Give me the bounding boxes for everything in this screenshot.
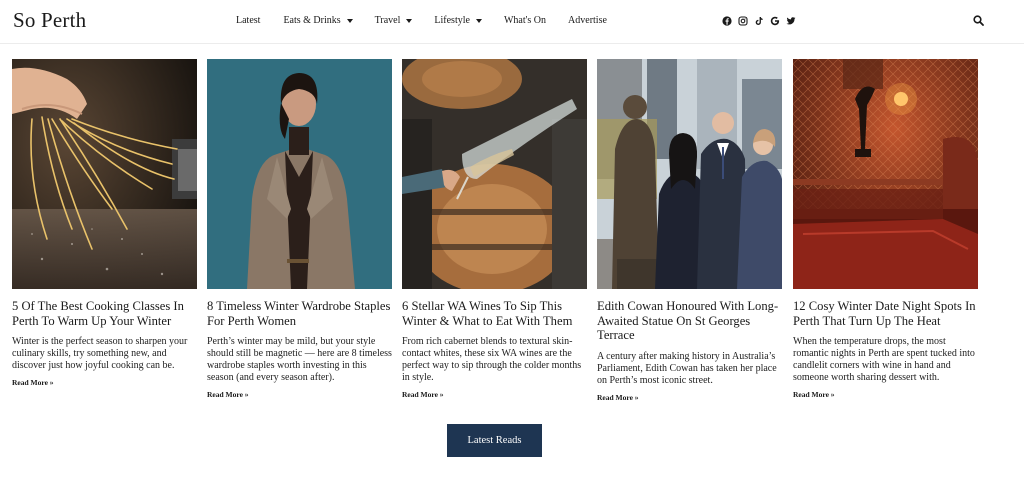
instagram-icon[interactable] xyxy=(738,16,748,26)
article-image-pasta[interactable] xyxy=(12,59,197,289)
article-image-wines[interactable] xyxy=(402,59,587,289)
nav-label: Lifestyle xyxy=(434,15,470,26)
article-excerpt: Winter is the perfect season to sharpen … xyxy=(12,336,188,371)
social-links xyxy=(722,16,796,26)
article-title[interactable]: 5 Of The Best Cooking Classes In Perth T… xyxy=(12,299,197,328)
site-logo[interactable]: So Perth xyxy=(13,8,86,33)
twitter-icon[interactable] xyxy=(786,16,796,26)
chevron-down-icon xyxy=(406,18,413,23)
read-more-link[interactable]: Read More » xyxy=(402,390,587,399)
article-excerpt: A century after making history in Austra… xyxy=(597,350,777,386)
article-excerpt: When the temperature drops, the most rom… xyxy=(793,336,975,383)
article-card: 8 Timeless Winter Wardrobe Staples For P… xyxy=(207,59,392,399)
nav-item-travel[interactable]: Travel xyxy=(375,15,413,26)
nav-label: Eats & Drinks xyxy=(283,15,341,26)
nav-label: Advertise xyxy=(568,15,607,26)
article-image-date-night[interactable] xyxy=(793,59,978,289)
site-header: So Perth Latest Eats & Drinks Travel Lif… xyxy=(0,0,1024,44)
article-card: 12 Cosy Winter Date Night Spots In Perth… xyxy=(793,59,978,399)
latest-reads-button[interactable]: Latest Reads xyxy=(447,424,542,457)
chevron-down-icon xyxy=(475,18,482,23)
facebook-icon[interactable] xyxy=(722,16,732,26)
article-card: 5 Of The Best Cooking Classes In Perth T… xyxy=(12,59,197,387)
article-title[interactable]: 6 Stellar WA Wines To Sip This Winter & … xyxy=(402,299,587,328)
article-card: 6 Stellar WA Wines To Sip This Winter & … xyxy=(402,59,587,399)
nav-item-latest[interactable]: Latest xyxy=(236,15,260,26)
nav-item-whats-on[interactable]: What's On xyxy=(504,15,546,26)
nav-label: Travel xyxy=(374,15,401,26)
nav-item-lifestyle[interactable]: Lifestyle xyxy=(434,15,482,26)
article-image-wardrobe[interactable] xyxy=(207,59,392,289)
main-nav: Latest Eats & Drinks Travel Lifestyle Wh… xyxy=(236,15,607,26)
chevron-down-icon xyxy=(346,18,353,23)
google-icon[interactable] xyxy=(770,16,780,26)
read-more-link[interactable]: Read More » xyxy=(12,378,197,387)
tiktok-icon[interactable] xyxy=(754,16,764,26)
read-more-link[interactable]: Read More » xyxy=(207,390,392,399)
nav-item-eats-drinks[interactable]: Eats & Drinks xyxy=(283,15,353,26)
article-image-statue[interactable] xyxy=(597,59,782,289)
read-more-link[interactable]: Read More » xyxy=(793,390,978,399)
article-title[interactable]: 8 Timeless Winter Wardrobe Staples For P… xyxy=(207,299,392,328)
article-title[interactable]: 12 Cosy Winter Date Night Spots In Perth… xyxy=(793,299,978,328)
nav-item-advertise[interactable]: Advertise xyxy=(568,15,607,26)
article-excerpt: From rich cabernet blends to textural sk… xyxy=(402,336,582,383)
article-card: Edith Cowan Honoured With Long-Awaited S… xyxy=(597,59,782,402)
read-more-link[interactable]: Read More » xyxy=(597,393,782,402)
nav-label: Latest xyxy=(236,15,261,26)
article-title[interactable]: Edith Cowan Honoured With Long-Awaited S… xyxy=(597,299,782,343)
search-icon[interactable] xyxy=(973,15,984,26)
nav-label: What's On xyxy=(503,15,547,26)
article-excerpt: Perth’s winter may be mild, but your sty… xyxy=(207,336,392,383)
